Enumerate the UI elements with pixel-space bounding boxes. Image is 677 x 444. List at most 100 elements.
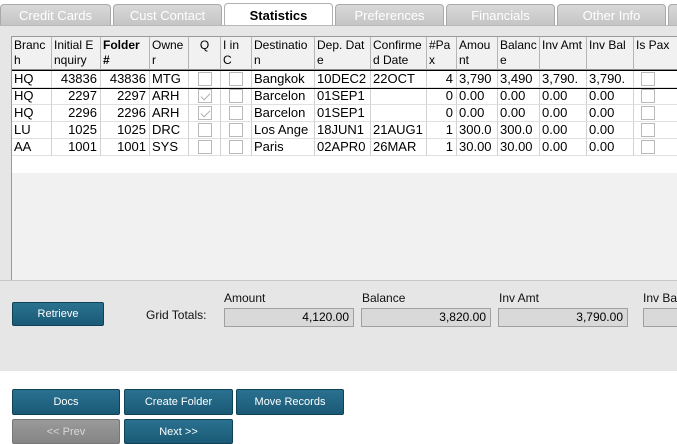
- col-branch[interactable]: Branch: [12, 37, 52, 70]
- cell-owner: DRC: [150, 122, 189, 139]
- checkbox-is-pax[interactable]: [641, 72, 655, 86]
- tab-label: Preferences: [354, 8, 425, 23]
- checkbox-i-in-c[interactable]: [229, 106, 243, 120]
- checkbox-is-pax[interactable]: [641, 89, 655, 103]
- tab-bar: Credit Cards Cust Contact Statistics Pre…: [0, 0, 677, 27]
- cell-owner: ARH: [150, 88, 189, 105]
- col-i-in-c[interactable]: I in C: [221, 37, 252, 70]
- cell-dep-date: 18JUN1: [315, 122, 371, 139]
- col-dep-date[interactable]: Dep. Date: [315, 37, 371, 70]
- checkbox-q[interactable]: [198, 106, 212, 120]
- cell-destination: Los Ange: [252, 122, 315, 139]
- checkbox-q[interactable]: [198, 123, 212, 137]
- inv-bal-total-field: [643, 308, 677, 327]
- cell-branch: HQ: [12, 105, 52, 122]
- checkbox-q[interactable]: [198, 140, 212, 154]
- tab-label: Cust Contact: [129, 8, 206, 23]
- prev-button[interactable]: << Prev: [12, 419, 120, 444]
- docs-button[interactable]: Docs: [12, 389, 120, 415]
- table-row[interactable]: LU 1025 1025 DRC Los Ange 18JUN1 21AUG1 1 300.0 3…: [12, 122, 677, 139]
- col-inv-bal[interactable]: Inv Bal: [587, 37, 634, 70]
- amount-label: Amount: [224, 291, 266, 305]
- balance-label: Balance: [362, 291, 406, 305]
- checkbox-i-in-c[interactable]: [229, 123, 243, 137]
- move-records-button[interactable]: Move Records: [236, 389, 344, 415]
- cell-folder: 1001: [101, 139, 150, 156]
- cell-dep-date: 10DEC2: [315, 71, 371, 88]
- checkbox-i-in-c[interactable]: [229, 140, 243, 154]
- cell-destination: Barcelon: [252, 105, 315, 122]
- cell-inv-amt: 3,790.: [540, 71, 587, 88]
- cell-inv-bal: 0.00: [587, 88, 634, 105]
- tab-other-info[interactable]: Other Info: [557, 4, 666, 26]
- col-inv-amt[interactable]: Inv Amt: [540, 37, 587, 70]
- col-is-pax[interactable]: Is Pax: [634, 37, 677, 70]
- cell-confirmed-date: 26MAR: [371, 139, 427, 156]
- col-initial-enquiry[interactable]: Initial Enquiry: [52, 37, 101, 70]
- checkbox-i-in-c[interactable]: [229, 89, 243, 103]
- col-confirmed-date[interactable]: Confirmed Date: [371, 37, 427, 70]
- checkbox-is-pax[interactable]: [641, 123, 655, 137]
- tab-preferences[interactable]: Preferences: [335, 4, 444, 26]
- cell-i-in-c: [221, 122, 252, 139]
- col-q[interactable]: Q: [189, 37, 221, 70]
- inv-bal-label: Inv Bal: [643, 291, 677, 305]
- cell-inv-bal: 3,790.: [587, 71, 634, 88]
- tab-label: Credit Cards: [19, 8, 92, 23]
- checkbox-is-pax[interactable]: [641, 140, 655, 154]
- col-destination[interactable]: Destination: [252, 37, 315, 70]
- table-row[interactable]: AA 1001 1001 SYS Paris 02APR0 26MAR 1 30.00 30.00…: [12, 139, 677, 156]
- retrieve-button[interactable]: Retrieve: [12, 302, 104, 326]
- cell-owner: MTG: [150, 71, 189, 88]
- cell-pax: 1: [427, 122, 457, 139]
- cell-balance: 30.00: [498, 139, 540, 156]
- cell-inv-amt: 0.00: [540, 122, 587, 139]
- cell-pax: 1: [427, 139, 457, 156]
- tab-overflow[interactable]: [668, 4, 677, 26]
- next-button[interactable]: Next >>: [124, 419, 233, 444]
- tab-statistics[interactable]: Statistics: [224, 3, 333, 27]
- cell-destination: Barcelon: [252, 88, 315, 105]
- cell-confirmed-date: 21AUG1: [371, 122, 427, 139]
- cell-initial-enquiry: 2297: [52, 88, 101, 105]
- checkbox-is-pax[interactable]: [641, 106, 655, 120]
- cell-balance: 0.00: [498, 88, 540, 105]
- amount-total-field: 4,120.00: [224, 308, 354, 327]
- tab-credit-cards[interactable]: Credit Cards: [0, 4, 111, 26]
- table-row[interactable]: HQ 2297 2297 ARH Barcelon 01SEP1 0 0.00 0.00 0.00…: [12, 88, 677, 105]
- cell-q: [189, 105, 221, 122]
- totals-panel: Retrieve Grid Totals: Amount 4,120.00 Ba…: [0, 280, 677, 371]
- tab-cust-contact[interactable]: Cust Contact: [113, 4, 222, 26]
- cell-is-pax: [634, 105, 677, 122]
- checkbox-q[interactable]: [198, 89, 212, 103]
- col-amount[interactable]: Amount: [457, 37, 498, 70]
- cell-confirmed-date: 22OCT: [371, 71, 427, 88]
- create-folder-button[interactable]: Create Folder: [124, 389, 233, 415]
- cell-owner: ARH: [150, 105, 189, 122]
- tab-label: Statistics: [249, 8, 308, 23]
- cell-q: [189, 88, 221, 105]
- col-balance[interactable]: Balance: [498, 37, 540, 70]
- inv-amt-total-field: 3,790.00: [498, 308, 628, 327]
- table-row[interactable]: HQ 2296 2296 ARH Barcelon 01SEP1 0 0.00 0.00 0.00…: [12, 105, 677, 122]
- cell-branch: LU: [12, 122, 52, 139]
- col-owner[interactable]: Owner: [150, 37, 189, 70]
- cell-destination: Paris: [252, 139, 315, 156]
- grid-body: HQ 43836 43836 MTG Bangkok 10DEC2 22OCT 4 3,790 3…: [12, 70, 677, 173]
- cell-inv-amt: 0.00: [540, 139, 587, 156]
- col-pax[interactable]: #Pax: [427, 37, 457, 70]
- inv-amt-label: Inv Amt: [499, 291, 540, 305]
- cell-confirmed-date: [371, 88, 427, 105]
- tab-financials[interactable]: Financials: [446, 4, 555, 26]
- col-folder[interactable]: Folder #: [101, 37, 150, 70]
- checkbox-i-in-c[interactable]: [229, 72, 243, 86]
- cell-balance: 3,490: [498, 71, 540, 88]
- cell-dep-date: 01SEP1: [315, 105, 371, 122]
- cell-is-pax: [634, 122, 677, 139]
- cell-folder: 2297: [101, 88, 150, 105]
- cell-confirmed-date: [371, 105, 427, 122]
- checkbox-q[interactable]: [198, 72, 212, 86]
- cell-folder: 2296: [101, 105, 150, 122]
- table-row[interactable]: HQ 43836 43836 MTG Bangkok 10DEC2 22OCT 4 3,790 3…: [12, 70, 677, 89]
- statistics-grid[interactable]: Branch Initial Enquiry Folder # Owner Q …: [11, 36, 677, 305]
